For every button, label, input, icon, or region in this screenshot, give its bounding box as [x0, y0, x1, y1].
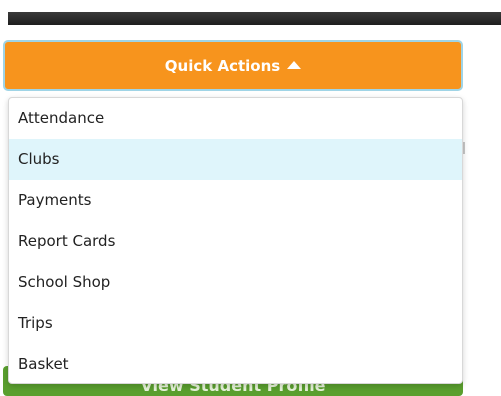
- menu-item-attendance[interactable]: Attendance: [9, 98, 462, 139]
- quick-actions-button[interactable]: Quick Actions: [3, 40, 463, 91]
- menu-item-school-shop[interactable]: School Shop: [9, 262, 462, 303]
- top-header-bar: [8, 12, 501, 25]
- background-card-edge: [463, 142, 465, 154]
- menu-item-trips[interactable]: Trips: [9, 303, 462, 344]
- quick-actions-dropdown: Attendance Clubs Payments Report Cards S…: [8, 97, 463, 384]
- caret-up-icon: [287, 61, 302, 69]
- menu-item-basket[interactable]: Basket: [9, 344, 462, 385]
- menu-item-clubs[interactable]: Clubs: [9, 139, 462, 180]
- menu-item-payments[interactable]: Payments: [9, 180, 462, 221]
- quick-actions-label: Quick Actions: [164, 56, 281, 75]
- menu-item-report-cards[interactable]: Report Cards: [9, 221, 462, 262]
